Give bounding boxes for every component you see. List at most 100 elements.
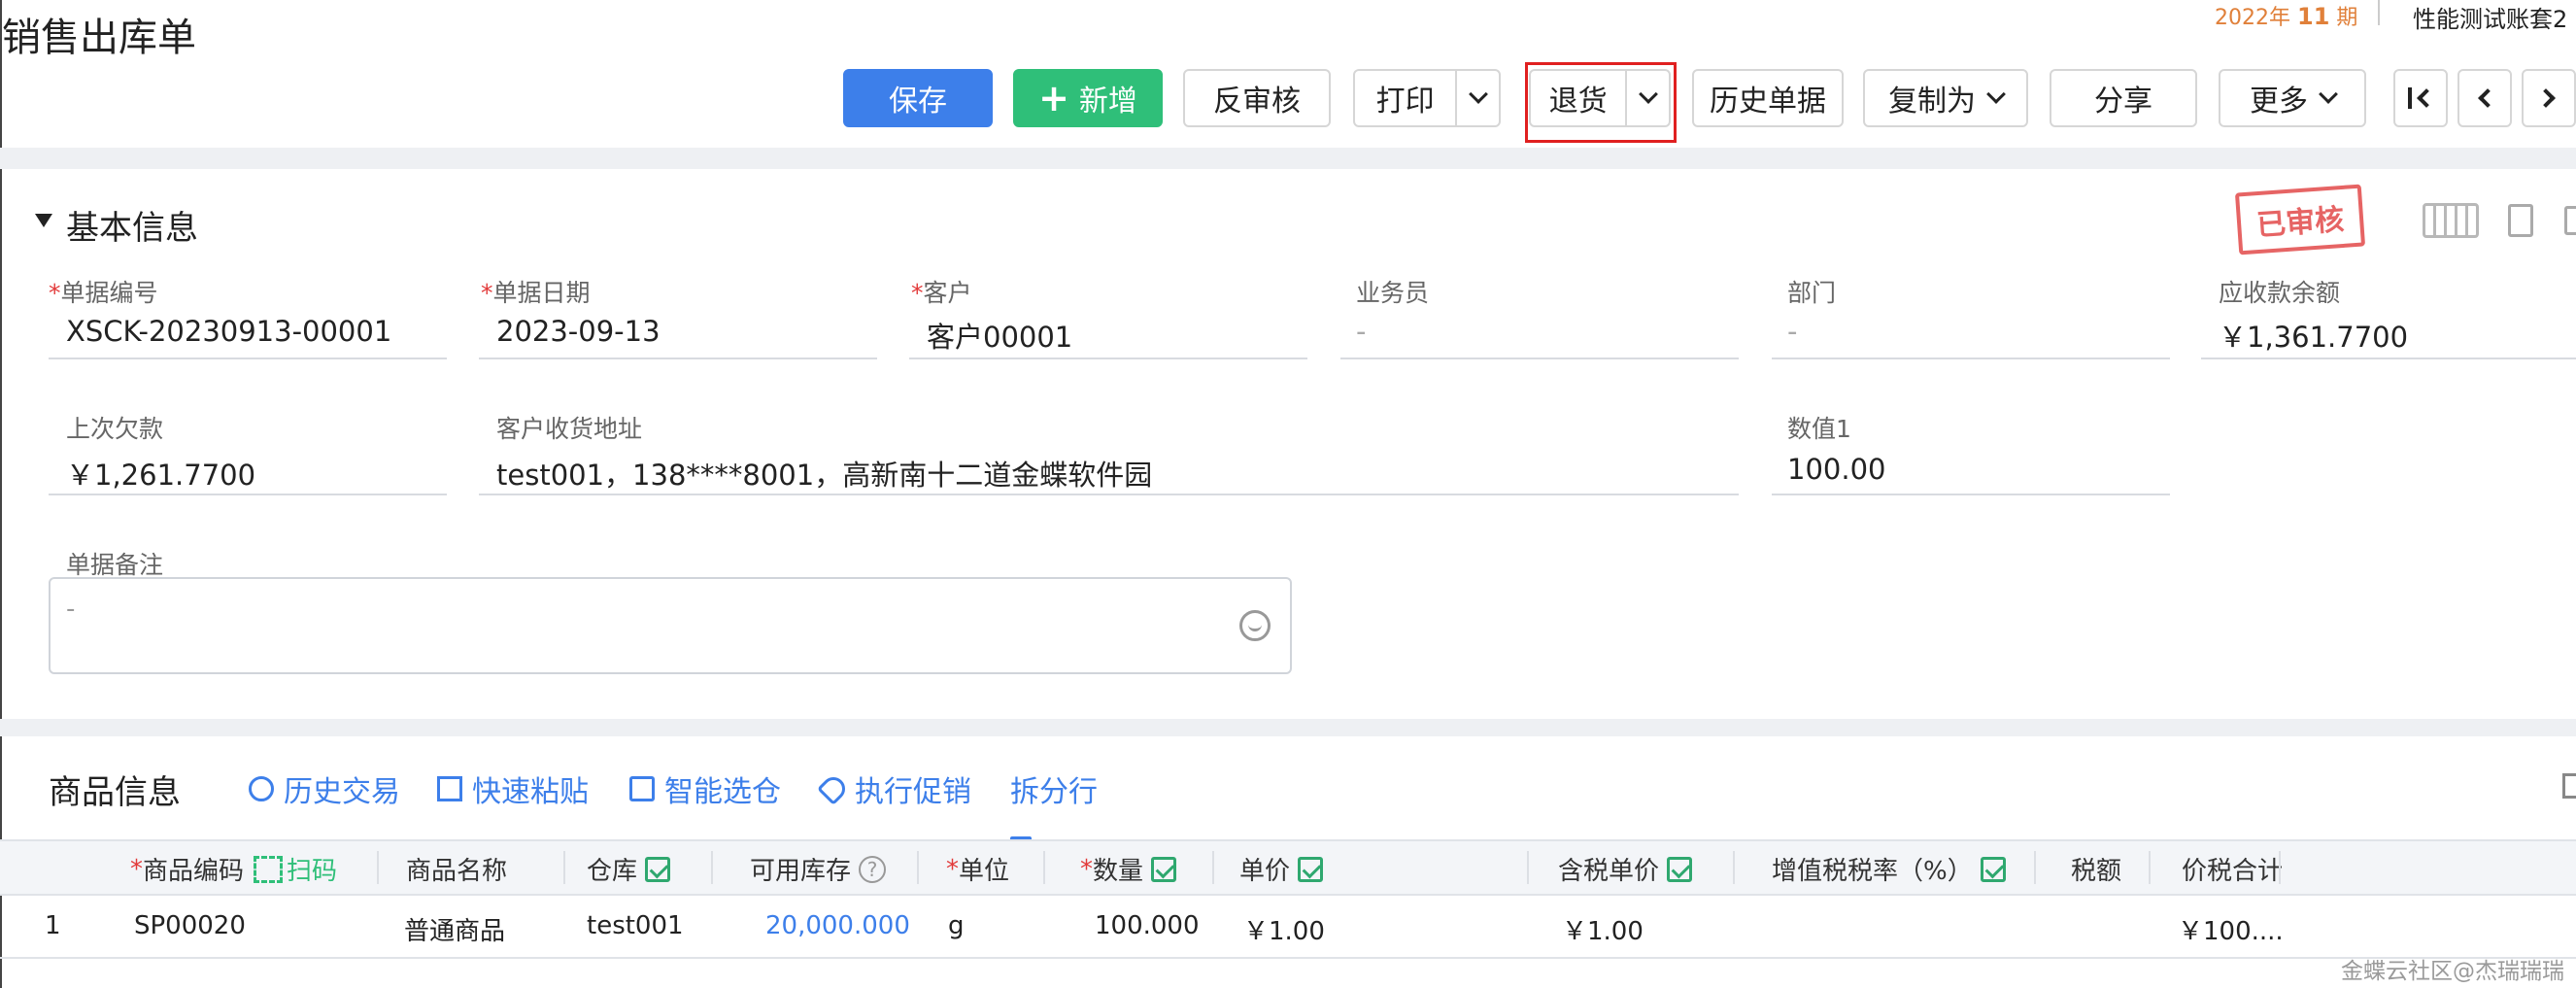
col-vat-rate: 增值税税率（%） [1772, 851, 2006, 887]
col-price: 单价 [1239, 851, 1324, 887]
row-tax-price[interactable]: ￥1.00 [1562, 911, 1644, 947]
num1-value[interactable]: 100.00 [1787, 453, 1885, 486]
col-separator [1043, 851, 1045, 884]
promotion-tool[interactable]: 执行促销 [817, 767, 971, 810]
smart-warehouse-tool[interactable]: 智能选仓 [629, 767, 781, 810]
col-separator [2034, 851, 2036, 884]
save-button[interactable]: 保存 [843, 69, 993, 127]
salesman-value[interactable]: - [1356, 315, 1366, 348]
audited-stamp: 已审核 [2234, 184, 2366, 256]
print-split-button: 打印 [1353, 69, 1501, 127]
panel-icon[interactable] [2564, 206, 2576, 235]
first-bar-icon [2408, 87, 2412, 109]
customer-value[interactable]: 客户00001 [927, 315, 1072, 356]
row-total[interactable]: ￥100.... [2178, 911, 2284, 947]
emoji-icon[interactable] [1239, 610, 1271, 641]
row-price[interactable]: ￥1.00 [1243, 911, 1325, 947]
chevron-right-icon [2536, 88, 2556, 108]
more-button[interactable]: 更多 [2219, 69, 2366, 127]
col-total: 价税合计 [2182, 857, 2284, 886]
num1-underline [1772, 494, 2170, 495]
checkbox-icon[interactable] [1151, 856, 1177, 882]
period-year: 2022年 [2215, 6, 2290, 30]
history-trade-tool[interactable]: 历史交易 [249, 767, 400, 810]
salesman-label: 业务员 [1356, 279, 1430, 307]
chevron-down-icon [1986, 85, 2006, 104]
row-name[interactable]: 普通商品 [404, 911, 505, 947]
last-debt-underline [49, 494, 447, 495]
row-code[interactable]: SP00020 [134, 911, 246, 940]
checkbox-icon[interactable] [645, 856, 671, 882]
tag-icon [817, 772, 850, 805]
row-divider [0, 957, 2576, 959]
col-tax: 税额 [2071, 857, 2122, 886]
doc-no-label: *单据编号 [49, 279, 158, 307]
col-stock: 可用库存? [750, 851, 887, 887]
period-unit: 期 [2336, 6, 2358, 30]
num1-label: 数值1 [1787, 415, 1851, 443]
receivable-label: 应收款余额 [2219, 279, 2341, 307]
section-gap [0, 148, 2576, 169]
clock-icon [249, 776, 274, 801]
period-number: 11 [2297, 3, 2330, 30]
doc-no-underline [49, 358, 447, 359]
checkbox-icon[interactable] [1667, 856, 1693, 882]
checkbox-icon[interactable] [1298, 856, 1324, 882]
print-button[interactable]: 打印 [1355, 71, 1458, 125]
remark-label: 单据备注 [66, 551, 164, 579]
row-qty[interactable]: 100.000 [1095, 911, 1200, 940]
prev-record-button[interactable] [2457, 69, 2512, 127]
doc-no-value[interactable]: XSCK-20230913-00001 [66, 315, 391, 348]
doc-settings-icon[interactable] [2508, 204, 2533, 237]
customer-underline [909, 358, 1307, 359]
help-icon[interactable]: ? [859, 855, 887, 883]
history-docs-button[interactable]: 历史单据 [1692, 69, 1844, 127]
chevron-down-icon [2319, 85, 2338, 104]
header-divider [2378, 0, 2380, 25]
col-separator [2149, 851, 2151, 884]
remark-input[interactable] [49, 577, 1292, 674]
warehouse-icon [629, 776, 655, 801]
more-label: 更多 [2250, 85, 2308, 119]
col-separator [1527, 851, 1529, 884]
collapse-triangle-icon[interactable] [35, 214, 52, 227]
last-debt-value: ￥1,261.7700 [66, 459, 256, 492]
receivable-underline [2201, 358, 2576, 359]
keyboard-icon[interactable] [2423, 203, 2479, 238]
doc-date-label: *单据日期 [481, 279, 591, 307]
split-row-tool[interactable]: 拆分行 [1010, 767, 1098, 864]
row-unit[interactable]: g [948, 911, 965, 940]
row-warehouse[interactable]: test001 [587, 911, 684, 940]
first-record-button[interactable] [2393, 69, 2448, 127]
expand-icon[interactable] [2562, 773, 2576, 799]
checkbox-icon[interactable] [1980, 856, 2006, 882]
print-dropdown[interactable] [1457, 71, 1499, 125]
chevron-left-icon [2478, 88, 2497, 108]
doc-date-value[interactable]: 2023-09-13 [496, 315, 661, 348]
share-button[interactable]: 分享 [2050, 69, 2197, 127]
unaudit-button[interactable]: 反审核 [1183, 69, 1331, 127]
col-separator [2279, 851, 2281, 884]
row-index: 1 [45, 911, 61, 940]
col-code: * 商品编码 扫码 [130, 851, 337, 887]
last-debt-label: 上次欠款 [66, 415, 164, 443]
basic-info-title: 基本信息 [66, 209, 198, 248]
account-set-name[interactable]: 性能测试账套2 [2413, 0, 2567, 34]
row-stock-link[interactable]: 20,000.000 [765, 911, 910, 940]
next-record-button[interactable] [2522, 69, 2576, 127]
add-button-label: 新增 [1078, 85, 1137, 119]
address-value[interactable]: test001，138****8001，高新南十二道金蝶软件园 [496, 453, 1152, 494]
chevron-down-icon [1468, 85, 1488, 104]
quick-paste-tool[interactable]: 快速粘贴 [437, 767, 589, 810]
address-label: 客户收货地址 [496, 415, 643, 443]
add-button[interactable]: + 新增 [1013, 69, 1163, 127]
copy-as-button[interactable]: 复制为 [1863, 69, 2028, 127]
col-separator [711, 851, 713, 884]
department-value[interactable]: - [1787, 315, 1797, 348]
scan-button[interactable]: 扫码 [254, 851, 337, 887]
page-title: 销售出库单 [2, 16, 196, 60]
col-separator [917, 851, 919, 884]
highlight-box [1525, 62, 1677, 143]
remark-value: - [66, 595, 76, 624]
accounting-period[interactable]: 2022年 11 期 [2215, 0, 2357, 31]
